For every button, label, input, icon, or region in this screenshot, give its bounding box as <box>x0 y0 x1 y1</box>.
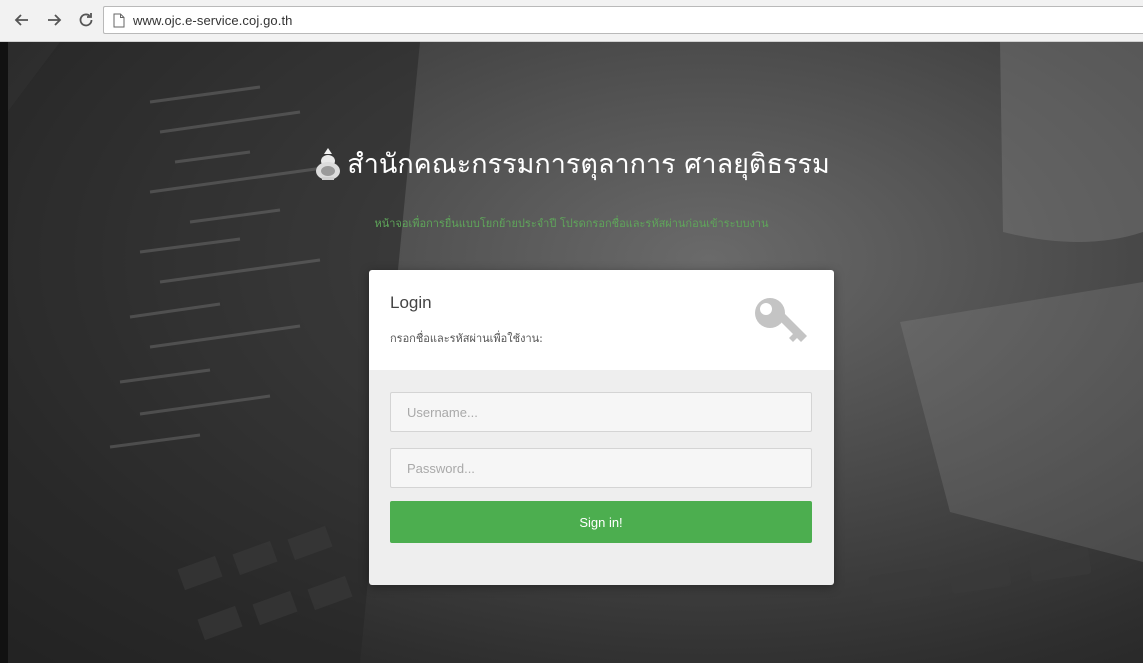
username-input[interactable] <box>390 392 812 432</box>
left-edge-strip <box>0 42 8 663</box>
login-card-header: Login กรอกชื่อและรหัสผ่านเพื่อใช้งาน: <box>369 270 834 370</box>
key-icon <box>755 298 807 342</box>
signin-button[interactable]: Sign in! <box>390 501 812 543</box>
forward-arrow-icon[interactable] <box>44 10 64 30</box>
login-form: Sign in! <box>369 370 834 585</box>
login-subtitle: กรอกชื่อและรหัสผ่านเพื่อใช้งาน: <box>390 332 543 345</box>
page-background: สำนักคณะกรรมการตุลาการ ศาลยุติธรรม หน้าจ… <box>0 42 1143 663</box>
court-seal-icon <box>316 147 341 180</box>
page-title-text: สำนักคณะกรรมการตุลาการ ศาลยุติธรรม <box>347 149 830 180</box>
page-subtitle: หน้าจอเพื่อการยื่นแบบโยกย้ายประจำปี โปรด… <box>374 217 769 230</box>
reload-icon[interactable] <box>76 10 96 30</box>
password-input[interactable] <box>390 448 812 488</box>
login-card: Login กรอกชื่อและรหัสผ่านเพื่อใช้งาน: Si… <box>369 270 834 585</box>
back-arrow-icon[interactable] <box>12 10 32 30</box>
page-title: สำนักคณะกรรมการตุลาการ ศาลยุติธรรม <box>0 142 1143 185</box>
page-icon <box>113 13 125 28</box>
url-text: www.ojc.e-service.coj.go.th <box>133 13 293 28</box>
browser-toolbar: www.ojc.e-service.coj.go.th <box>0 0 1143 42</box>
login-title: Login <box>390 293 432 312</box>
address-bar[interactable]: www.ojc.e-service.coj.go.th <box>103 6 1143 34</box>
